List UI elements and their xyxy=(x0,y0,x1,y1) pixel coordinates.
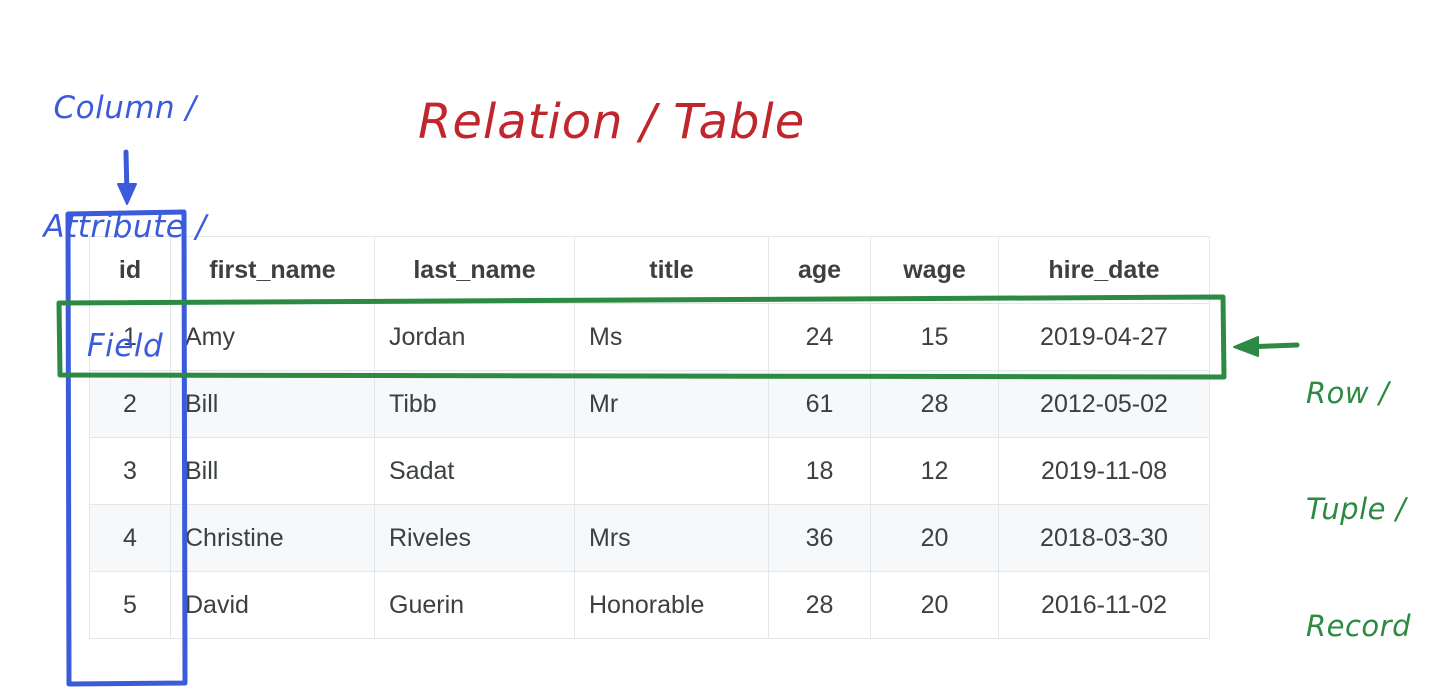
row-annotation-line-3: Record xyxy=(1306,608,1412,643)
column-header-age[interactable]: age xyxy=(768,236,871,304)
column-header-last-name[interactable]: last_name xyxy=(374,236,575,304)
cell-wage[interactable]: 28 xyxy=(870,370,999,438)
cell-first_name[interactable]: Christine xyxy=(170,504,375,572)
table-row[interactable]: 5 David Guerin Honorable 28 20 2016-11-02 xyxy=(89,571,1210,639)
column-header-title[interactable]: title xyxy=(574,236,769,304)
table-row[interactable]: 3 Bill Sadat 18 12 2019-11-08 xyxy=(89,437,1210,505)
cell-title[interactable] xyxy=(574,437,769,505)
left-arrow-icon xyxy=(1233,336,1300,357)
cell-age[interactable]: 36 xyxy=(768,504,871,572)
cell-wage[interactable]: 20 xyxy=(870,571,999,639)
cell-age[interactable]: 18 xyxy=(768,437,871,505)
row-annotation-line-1: Row / xyxy=(1306,375,1390,410)
cell-id[interactable]: 3 xyxy=(89,437,171,505)
cell-last_name[interactable]: Sadat xyxy=(374,437,575,505)
row-annotation-line-2: Tuple / xyxy=(1306,492,1406,527)
cell-last_name[interactable]: Tibb xyxy=(374,370,575,438)
cell-title[interactable]: Mr xyxy=(574,370,769,438)
cell-wage[interactable]: 12 xyxy=(870,437,999,505)
cell-wage[interactable]: 20 xyxy=(870,504,999,572)
cell-age[interactable]: 61 xyxy=(768,370,871,438)
relation-table-container: id first_name last_name title age wage h… xyxy=(89,236,1210,639)
cell-wage[interactable]: 15 xyxy=(870,303,999,371)
cell-title[interactable]: Ms xyxy=(574,303,769,371)
table-row[interactable]: 2 Bill Tibb Mr 61 28 2012-05-02 xyxy=(89,370,1210,438)
cell-title[interactable]: Honorable xyxy=(574,571,769,639)
page-title: Relation / Table xyxy=(418,94,806,150)
table-row[interactable]: 1 Amy Jordan Ms 24 15 2019-04-27 xyxy=(89,303,1210,371)
cell-id[interactable]: 5 xyxy=(89,571,171,639)
column-header-hire-date[interactable]: hire_date xyxy=(998,236,1210,304)
cell-hire_date[interactable]: 2018-03-30 xyxy=(998,504,1210,572)
cell-age[interactable]: 28 xyxy=(768,571,871,639)
cell-hire_date[interactable]: 2019-04-27 xyxy=(998,303,1210,371)
cell-last_name[interactable]: Riveles xyxy=(374,504,575,572)
cell-hire_date[interactable]: 2012-05-02 xyxy=(998,370,1210,438)
column-annotation-line-1: Column / xyxy=(53,90,197,127)
table-row[interactable]: 4 Christine Riveles Mrs 36 20 2018-03-30 xyxy=(89,504,1210,572)
cell-age[interactable]: 24 xyxy=(768,303,871,371)
table-header: id first_name last_name title age wage h… xyxy=(89,236,1210,304)
column-annotation-line-2: Attribute / xyxy=(43,209,207,246)
cell-title[interactable]: Mrs xyxy=(574,504,769,572)
column-annotation-label: Column / Attribute / Field xyxy=(10,10,240,407)
employee-relation-table: id first_name last_name title age wage h… xyxy=(89,236,1210,639)
cell-first_name[interactable]: Bill xyxy=(170,437,375,505)
cell-last_name[interactable]: Jordan xyxy=(374,303,575,371)
cell-first_name[interactable]: David xyxy=(170,571,375,639)
cell-id[interactable]: 4 xyxy=(89,504,171,572)
column-header-wage[interactable]: wage xyxy=(870,236,999,304)
cell-last_name[interactable]: Guerin xyxy=(374,571,575,639)
cell-hire_date[interactable]: 2016-11-02 xyxy=(998,571,1210,639)
cell-hire_date[interactable]: 2019-11-08 xyxy=(998,437,1210,505)
table-body: 1 Amy Jordan Ms 24 15 2019-04-27 2 Bill Tibb Mr 61 2… xyxy=(89,303,1210,639)
table-header-row: id first_name last_name title age wage h… xyxy=(89,236,1210,304)
column-annotation-line-3: Field xyxy=(86,328,164,365)
row-annotation-label: Row / Tuple / Record xyxy=(1306,296,1411,685)
